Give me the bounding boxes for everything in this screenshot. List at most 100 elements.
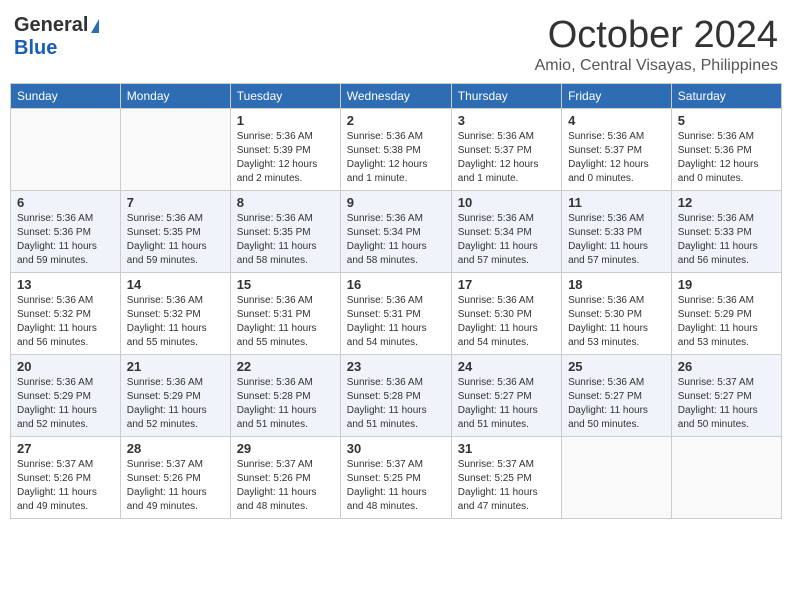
day-info: Sunrise: 5:36 AMSunset: 5:38 PMDaylight:… [347, 130, 445, 186]
calendar-cell: 19Sunrise: 5:36 AMSunset: 5:29 PMDayligh… [671, 273, 781, 355]
day-info: Sunrise: 5:37 AMSunset: 5:25 PMDaylight:… [458, 458, 555, 514]
calendar-cell: 16 Sunrise: 5:36 AMSunset: 5:31 PMDayligh… [340, 273, 451, 355]
calendar-cell: 25 Sunrise: 5:36 AMSunset: 5:27 PMDayligh… [562, 355, 672, 437]
calendar-cell: 2 Sunrise: 5:36 AMSunset: 5:38 PMDaylight… [340, 109, 451, 191]
calendar-header-saturday: Saturday [671, 84, 781, 109]
day-info: Sunrise: 5:36 AMSunset: 5:35 PMDaylight:… [127, 212, 224, 268]
day-info: Sunrise: 5:36 AMSunset: 5:36 PMDaylight:… [17, 212, 114, 268]
day-info: Sunrise: 5:36 AMSunset: 5:28 PMDaylight:… [347, 376, 445, 432]
month-title: October 2024 [535, 14, 778, 57]
calendar-header-row: SundayMondayTuesdayWednesdayThursdayFrid… [11, 84, 782, 109]
calendar-cell: 3Sunrise: 5:36 AMSunset: 5:37 PMDaylight… [451, 109, 561, 191]
day-info: Sunrise: 5:36 AMSunset: 5:31 PMDaylight:… [237, 294, 334, 350]
day-info: Sunrise: 5:37 AMSunset: 5:26 PMDaylight:… [237, 458, 334, 514]
logo-blue-text: Blue [14, 37, 57, 60]
day-info: Sunrise: 5:36 AMSunset: 5:29 PMDaylight:… [678, 294, 775, 350]
calendar-cell: 30 Sunrise: 5:37 AMSunset: 5:25 PMDayligh… [340, 437, 451, 519]
day-number: 16 [347, 277, 445, 292]
day-number: 22 [237, 359, 334, 374]
calendar-header-thursday: Thursday [451, 84, 561, 109]
day-number: 26 [678, 359, 775, 374]
calendar-cell: 6 Sunrise: 5:36 AMSunset: 5:36 PMDaylight… [11, 191, 121, 273]
calendar-cell: 11Sunrise: 5:36 AMSunset: 5:33 PMDayligh… [562, 191, 672, 273]
day-number: 25 [568, 359, 665, 374]
calendar-cell: 23 Sunrise: 5:36 AMSunset: 5:28 PMDayligh… [340, 355, 451, 437]
day-info: Sunrise: 5:36 AMSunset: 5:35 PMDaylight:… [237, 212, 334, 268]
calendar-header-sunday: Sunday [11, 84, 121, 109]
calendar-header-tuesday: Tuesday [230, 84, 340, 109]
day-info: Sunrise: 5:36 AMSunset: 5:32 PMDaylight:… [17, 294, 114, 350]
day-number: 8 [237, 195, 334, 210]
day-info: Sunrise: 5:36 AMSunset: 5:29 PMDaylight:… [17, 376, 114, 432]
day-info: Sunrise: 5:36 AMSunset: 5:29 PMDaylight:… [127, 376, 224, 432]
calendar-week-row: 1Sunrise: 5:36 AMSunset: 5:39 PMDaylight… [11, 109, 782, 191]
day-info: Sunrise: 5:36 AMSunset: 5:28 PMDaylight:… [237, 376, 334, 432]
day-number: 15 [237, 277, 334, 292]
day-info: Sunrise: 5:37 AMSunset: 5:25 PMDaylight:… [347, 458, 445, 514]
calendar-cell [120, 109, 230, 191]
calendar-cell: 9 Sunrise: 5:36 AMSunset: 5:34 PMDaylight… [340, 191, 451, 273]
calendar-header-monday: Monday [120, 84, 230, 109]
day-info: Sunrise: 5:36 AMSunset: 5:30 PMDaylight:… [458, 294, 555, 350]
day-info: Sunrise: 5:36 AMSunset: 5:34 PMDaylight:… [347, 212, 445, 268]
calendar-cell: 22 Sunrise: 5:36 AMSunset: 5:28 PMDayligh… [230, 355, 340, 437]
day-info: Sunrise: 5:36 AMSunset: 5:30 PMDaylight:… [568, 294, 665, 350]
day-info: Sunrise: 5:37 AMSunset: 5:26 PMDaylight:… [127, 458, 224, 514]
day-number: 6 [17, 195, 114, 210]
day-info: Sunrise: 5:36 AMSunset: 5:31 PMDaylight:… [347, 294, 445, 350]
calendar-cell: 1Sunrise: 5:36 AMSunset: 5:39 PMDaylight… [230, 109, 340, 191]
title-section: October 2024 Amio, Central Visayas, Phil… [535, 14, 778, 75]
calendar-cell: 12Sunrise: 5:36 AMSunset: 5:33 PMDayligh… [671, 191, 781, 273]
day-number: 7 [127, 195, 224, 210]
day-number: 20 [17, 359, 114, 374]
calendar-cell: 5Sunrise: 5:36 AMSunset: 5:36 PMDaylight… [671, 109, 781, 191]
calendar-cell: 27 Sunrise: 5:37 AMSunset: 5:26 PMDayligh… [11, 437, 121, 519]
day-number: 9 [347, 195, 445, 210]
calendar-week-row: 6 Sunrise: 5:36 AMSunset: 5:36 PMDaylight… [11, 191, 782, 273]
day-info: Sunrise: 5:36 AMSunset: 5:39 PMDaylight:… [237, 130, 334, 186]
day-number: 28 [127, 441, 224, 456]
calendar-cell: 8 Sunrise: 5:36 AMSunset: 5:35 PMDaylight… [230, 191, 340, 273]
calendar-cell: 24 Sunrise: 5:36 AMSunset: 5:27 PMDayligh… [451, 355, 561, 437]
day-number: 4 [568, 113, 665, 128]
calendar-cell: 15 Sunrise: 5:36 AMSunset: 5:31 PMDayligh… [230, 273, 340, 355]
calendar-cell: 13Sunrise: 5:36 AMSunset: 5:32 PMDayligh… [11, 273, 121, 355]
calendar-header-wednesday: Wednesday [340, 84, 451, 109]
calendar-cell: 4Sunrise: 5:36 AMSunset: 5:37 PMDaylight… [562, 109, 672, 191]
calendar-cell [562, 437, 672, 519]
calendar-week-row: 27 Sunrise: 5:37 AMSunset: 5:26 PMDayligh… [11, 437, 782, 519]
day-info: Sunrise: 5:36 AMSunset: 5:33 PMDaylight:… [678, 212, 775, 268]
calendar-cell: 28 Sunrise: 5:37 AMSunset: 5:26 PMDayligh… [120, 437, 230, 519]
calendar-cell: 20 Sunrise: 5:36 AMSunset: 5:29 PMDayligh… [11, 355, 121, 437]
day-number: 2 [347, 113, 445, 128]
calendar-body: 1Sunrise: 5:36 AMSunset: 5:39 PMDaylight… [11, 109, 782, 519]
day-number: 24 [458, 359, 555, 374]
location-title: Amio, Central Visayas, Philippines [535, 57, 778, 75]
day-info: Sunrise: 5:36 AMSunset: 5:27 PMDaylight:… [458, 376, 555, 432]
calendar-cell: 18Sunrise: 5:36 AMSunset: 5:30 PMDayligh… [562, 273, 672, 355]
calendar-table: SundayMondayTuesdayWednesdayThursdayFrid… [10, 83, 782, 519]
day-number: 17 [458, 277, 555, 292]
calendar-cell [11, 109, 121, 191]
logo: General Blue [14, 14, 99, 60]
day-number: 30 [347, 441, 445, 456]
day-number: 31 [458, 441, 555, 456]
calendar-week-row: 13Sunrise: 5:36 AMSunset: 5:32 PMDayligh… [11, 273, 782, 355]
calendar-cell [671, 437, 781, 519]
day-number: 27 [17, 441, 114, 456]
day-number: 3 [458, 113, 555, 128]
day-info: Sunrise: 5:36 AMSunset: 5:32 PMDaylight:… [127, 294, 224, 350]
day-number: 11 [568, 195, 665, 210]
day-number: 5 [678, 113, 775, 128]
day-number: 23 [347, 359, 445, 374]
day-info: Sunrise: 5:37 AMSunset: 5:27 PMDaylight:… [678, 376, 775, 432]
calendar-cell: 10Sunrise: 5:36 AMSunset: 5:34 PMDayligh… [451, 191, 561, 273]
calendar-cell: 31 Sunrise: 5:37 AMSunset: 5:25 PMDayligh… [451, 437, 561, 519]
logo-triangle-icon [91, 19, 99, 33]
day-info: Sunrise: 5:36 AMSunset: 5:27 PMDaylight:… [568, 376, 665, 432]
day-info: Sunrise: 5:36 AMSunset: 5:34 PMDaylight:… [458, 212, 555, 268]
day-info: Sunrise: 5:37 AMSunset: 5:26 PMDaylight:… [17, 458, 114, 514]
calendar-cell: 21Sunrise: 5:36 AMSunset: 5:29 PMDayligh… [120, 355, 230, 437]
calendar-week-row: 20 Sunrise: 5:36 AMSunset: 5:29 PMDayligh… [11, 355, 782, 437]
calendar-header-friday: Friday [562, 84, 672, 109]
